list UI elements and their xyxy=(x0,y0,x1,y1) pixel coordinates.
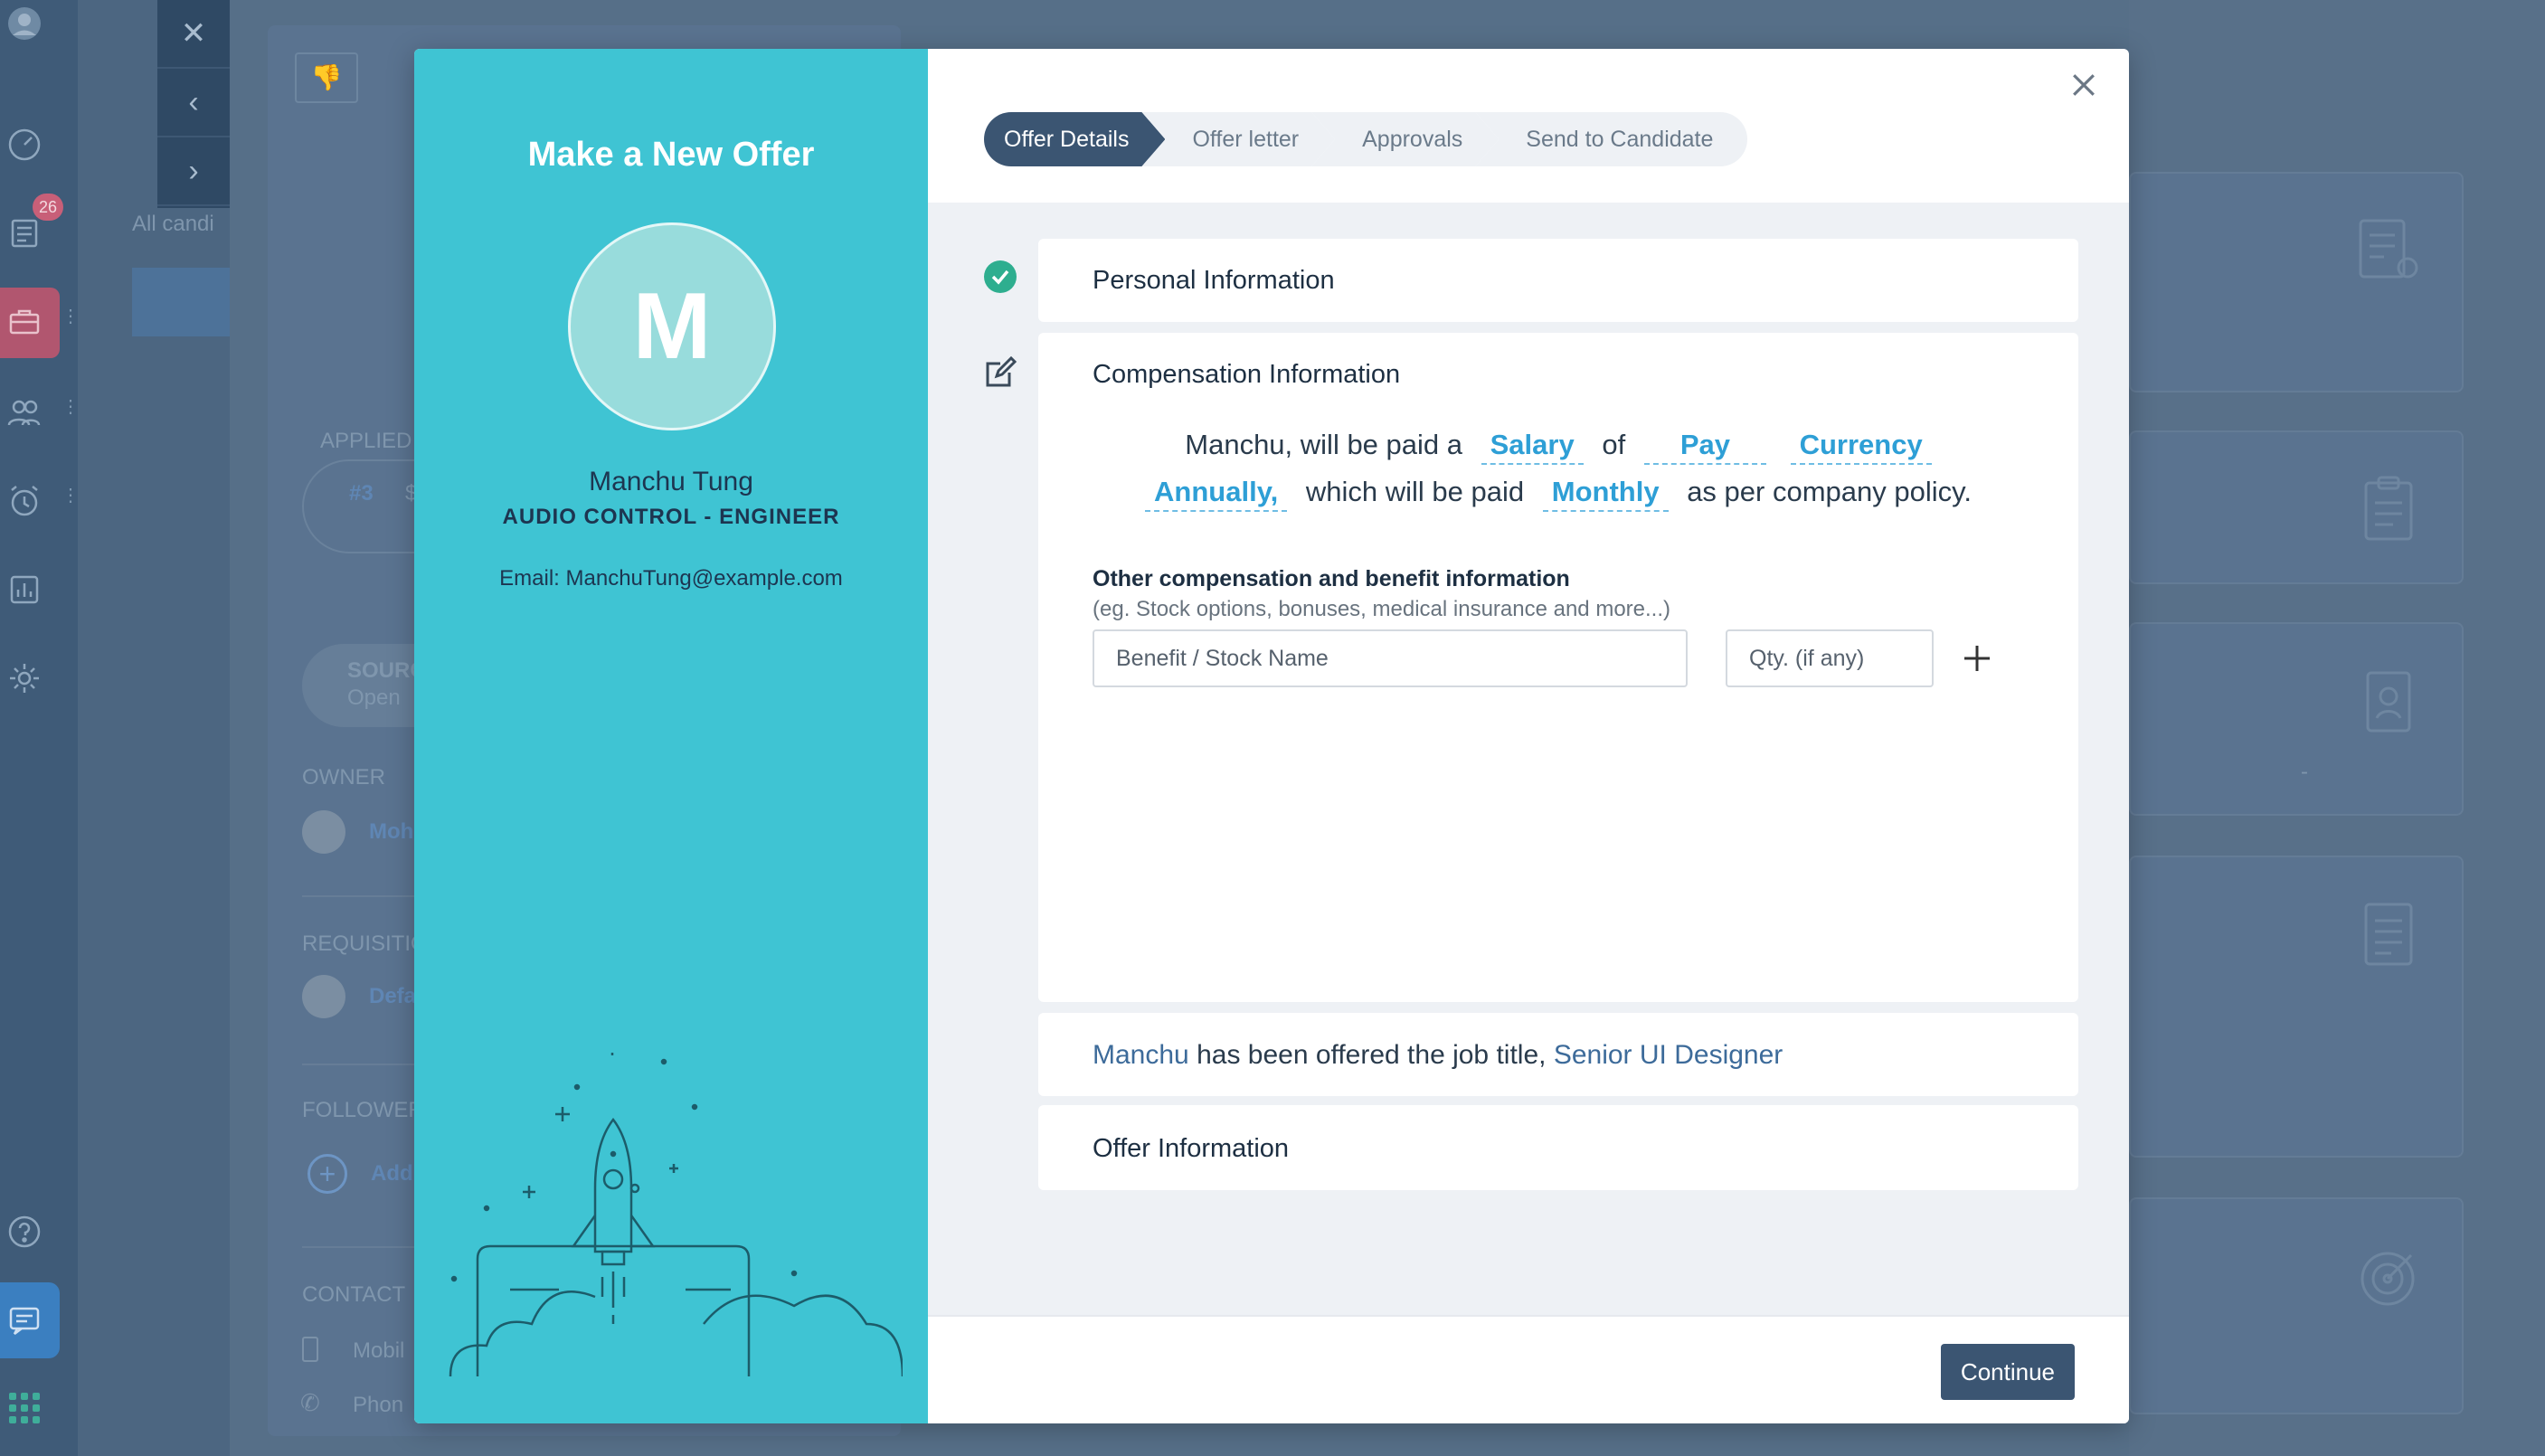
section-title: Personal Information xyxy=(1093,266,1335,295)
candidates-icon[interactable] xyxy=(6,394,43,430)
alarm-clock-icon[interactable] xyxy=(6,483,43,519)
pay-field[interactable]: Pay xyxy=(1643,429,1766,465)
applied-number: #3 xyxy=(349,481,374,506)
candidate-email: Email: ManchuTung@example.com xyxy=(499,566,843,591)
offer-information-section[interactable]: Offer Information xyxy=(1038,1105,2078,1190)
check-complete-icon xyxy=(984,260,1017,293)
contact-mobile: Mobil xyxy=(353,1338,405,1363)
app-nav-rail: 26 ⋮ ⋮ ⋮ xyxy=(0,0,80,1456)
candidate-role: AUDIO CONTROL - ENGINEER xyxy=(502,505,840,529)
followers-label: FOLLOWER xyxy=(302,1098,424,1122)
right-card xyxy=(2129,622,2464,816)
candidate-avatar: M xyxy=(568,222,776,430)
comp-text: of xyxy=(1602,429,1626,460)
add-benefit-icon[interactable] xyxy=(1959,640,1995,676)
right-card xyxy=(2129,172,2464,392)
requisition-value[interactable]: Defa xyxy=(369,984,416,1009)
continue-button[interactable]: Continue xyxy=(1940,1344,2075,1400)
owner-name[interactable]: Moh xyxy=(369,819,413,845)
benefit-qty-input[interactable] xyxy=(1726,629,1934,687)
clipboard-icon xyxy=(2364,476,2413,541)
comp-text: as per company policy. xyxy=(1687,476,1972,507)
job-text: has been offered the job title, xyxy=(1197,1040,1547,1070)
step-offer-details[interactable]: Offer Details xyxy=(984,112,1165,166)
salary-field[interactable]: Salary xyxy=(1481,429,1584,465)
right-dash: - xyxy=(2301,760,2308,784)
personal-information-section[interactable]: Personal Information xyxy=(1038,239,2078,322)
user-avatar-icon[interactable] xyxy=(6,5,43,42)
make-offer-modal: Make a New Offer M Manchu Tung AUDIO CON… xyxy=(414,49,2129,1423)
mobile-icon xyxy=(302,1337,318,1362)
comp-text: Manchu, will be paid a xyxy=(1185,429,1462,460)
other-compensation-title: Other compensation and benefit informati… xyxy=(1093,566,1570,591)
right-card xyxy=(2129,430,2464,584)
contact-phone: Phon xyxy=(353,1393,404,1417)
document-list-icon xyxy=(2364,903,2413,966)
thumbs-down-icon[interactable]: 👎 xyxy=(295,52,358,103)
settings-gear-icon[interactable] xyxy=(6,660,43,696)
owner-avatar xyxy=(302,810,345,854)
section-title: Offer Information xyxy=(1093,1134,1290,1163)
section-title: Compensation Information xyxy=(1093,360,1401,389)
step-approvals[interactable]: Approvals xyxy=(1311,112,1499,166)
owner-label: OWNER xyxy=(302,765,385,789)
requisition-label: REQUISITIO xyxy=(302,931,428,956)
currency-field[interactable]: Currency xyxy=(1790,429,1932,465)
contact-label: CONTACT xyxy=(302,1282,406,1307)
close-icon xyxy=(2073,74,2095,96)
rocket-illustration-icon xyxy=(449,1053,903,1377)
add-follower-icon[interactable]: + xyxy=(307,1154,347,1194)
frequency-field[interactable]: Annually, xyxy=(1145,476,1288,512)
more-dots-icon[interactable]: ⋮ xyxy=(61,307,80,333)
comp-text: which will be paid xyxy=(1305,476,1525,507)
compensation-information-section: Compensation Information Manchu, will be… xyxy=(1038,333,2078,1002)
target-icon xyxy=(2361,1252,2415,1306)
offer-details-content: Personal Information Compensation Inform… xyxy=(928,203,2129,1315)
chevron-left-icon[interactable]: ‹ xyxy=(157,69,230,137)
followers-add[interactable]: Add xyxy=(371,1161,413,1187)
right-card xyxy=(2129,1197,2464,1414)
more-dots-icon[interactable]: ⋮ xyxy=(61,398,80,423)
document-review-icon xyxy=(2359,219,2418,279)
apps-grid-icon[interactable] xyxy=(9,1393,40,1423)
jobs-briefcase-icon[interactable] xyxy=(6,304,43,340)
compensation-sentence-line1: Manchu, will be paid a Salary of Pay Cur… xyxy=(1038,429,2078,465)
candidate-first-name: Manchu xyxy=(1093,1040,1189,1070)
background-tab xyxy=(132,268,230,336)
dashboard-icon[interactable] xyxy=(6,127,43,163)
chat-icon[interactable] xyxy=(6,1302,43,1338)
id-badge-icon xyxy=(2366,671,2411,733)
job-title-value[interactable]: Senior UI Designer xyxy=(1554,1040,1783,1070)
step-send-to-candidate[interactable]: Send to Candidate xyxy=(1475,112,1748,166)
modal-footer: Continue xyxy=(928,1315,2129,1423)
step-offer-letter[interactable]: Offer letter xyxy=(1141,112,1335,166)
pay-schedule-field[interactable]: Monthly xyxy=(1542,476,1669,512)
more-dots-icon[interactable]: ⋮ xyxy=(61,487,80,512)
offer-summary-panel: Make a New Offer M Manchu Tung AUDIO CON… xyxy=(414,49,928,1423)
compensation-sentence-line2: Annually, which will be paid Monthly as … xyxy=(1038,476,2078,512)
applied-label: APPLIED xyxy=(320,429,412,453)
reports-icon[interactable] xyxy=(6,572,43,608)
right-card xyxy=(2129,856,2464,1158)
chevron-right-icon[interactable]: › xyxy=(157,137,230,206)
benefit-name-input[interactable] xyxy=(1093,629,1688,687)
avatar-initial: M xyxy=(632,273,712,379)
source-value: Open xyxy=(347,685,401,710)
phone-icon: ✆ xyxy=(300,1389,320,1416)
help-icon[interactable] xyxy=(6,1214,43,1250)
job-title-sentence: Manchu has been offered the job title, S… xyxy=(1093,1040,1783,1071)
job-title-section[interactable]: Manchu has been offered the job title, S… xyxy=(1038,1013,2078,1096)
requisition-avatar xyxy=(302,975,345,1018)
modal-title: Make a New Offer xyxy=(527,136,815,174)
close-modal-button[interactable] xyxy=(2060,61,2107,109)
close-icon[interactable]: ✕ xyxy=(157,0,230,69)
offer-steps: Offer Details Offer letter Approvals Sen… xyxy=(984,112,1748,166)
tasks-icon[interactable] xyxy=(6,215,43,251)
nav-controls: ✕ ‹ › xyxy=(157,0,230,208)
other-compensation-subtitle: (eg. Stock options, bonuses, medical ins… xyxy=(1093,597,1670,621)
all-candidates-label: All candi xyxy=(132,212,214,236)
candidate-name: Manchu Tung xyxy=(589,467,753,496)
edit-icon xyxy=(986,355,1017,387)
